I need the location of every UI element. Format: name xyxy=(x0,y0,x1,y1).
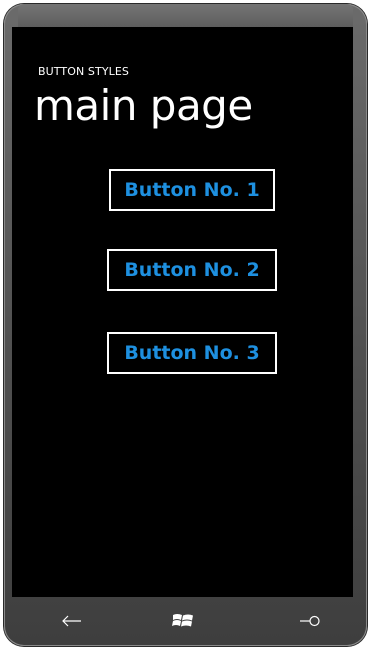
hardware-button-bar xyxy=(12,597,353,647)
button-no-1[interactable]: Button No. 1 xyxy=(109,169,275,211)
page-title: main page xyxy=(34,81,253,130)
button-no-2[interactable]: Button No. 2 xyxy=(107,249,277,291)
app-screen: BUTTON STYLES main page Button No. 1 But… xyxy=(12,27,353,597)
button-no-3[interactable]: Button No. 3 xyxy=(107,332,277,374)
start-button[interactable] xyxy=(163,607,203,635)
search-button[interactable] xyxy=(290,607,330,635)
app-title: BUTTON STYLES xyxy=(38,65,130,78)
windows-start-icon xyxy=(172,614,193,627)
back-arrow-icon xyxy=(62,615,81,627)
search-icon xyxy=(300,615,320,627)
back-button[interactable] xyxy=(52,607,92,635)
